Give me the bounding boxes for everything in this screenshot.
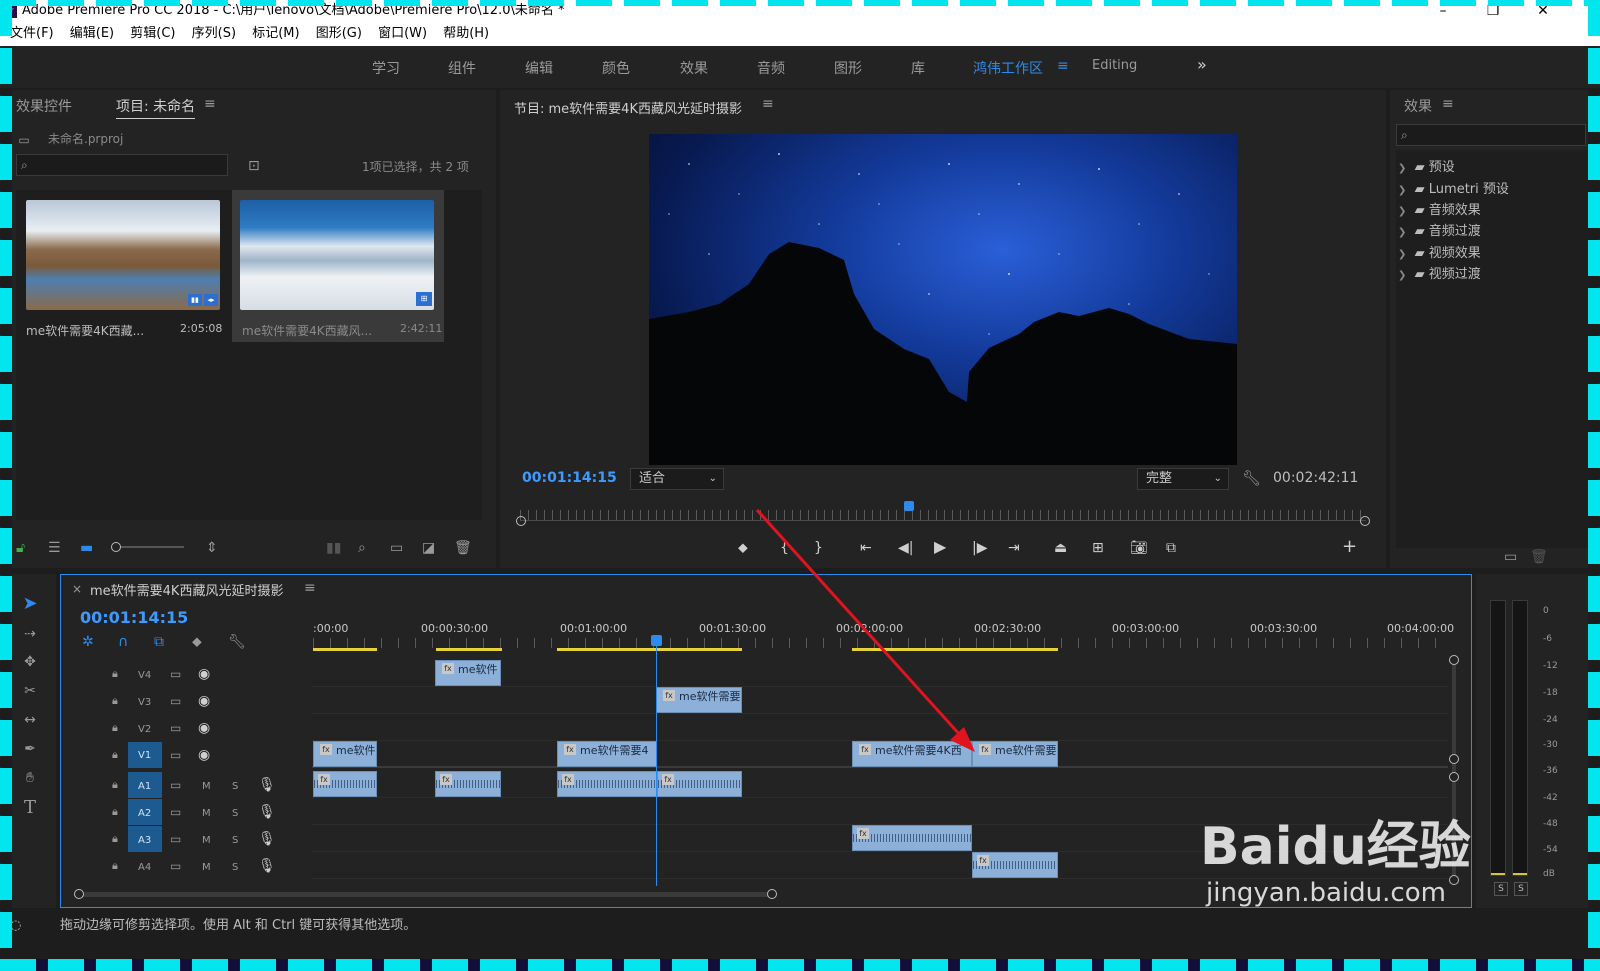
watermark-url: jingyan.baidu.com [1206, 878, 1446, 908]
watermark-brand: Baidu经验 [1200, 817, 1471, 877]
border-dash-left [0, 0, 12, 971]
border-dash-right [1588, 0, 1600, 971]
border-dash-bottom [0, 959, 1600, 971]
border-dash-top [0, 0, 1600, 6]
baidu-watermark: Baidu经验 jingyan.baidu.com [1200, 780, 1500, 920]
